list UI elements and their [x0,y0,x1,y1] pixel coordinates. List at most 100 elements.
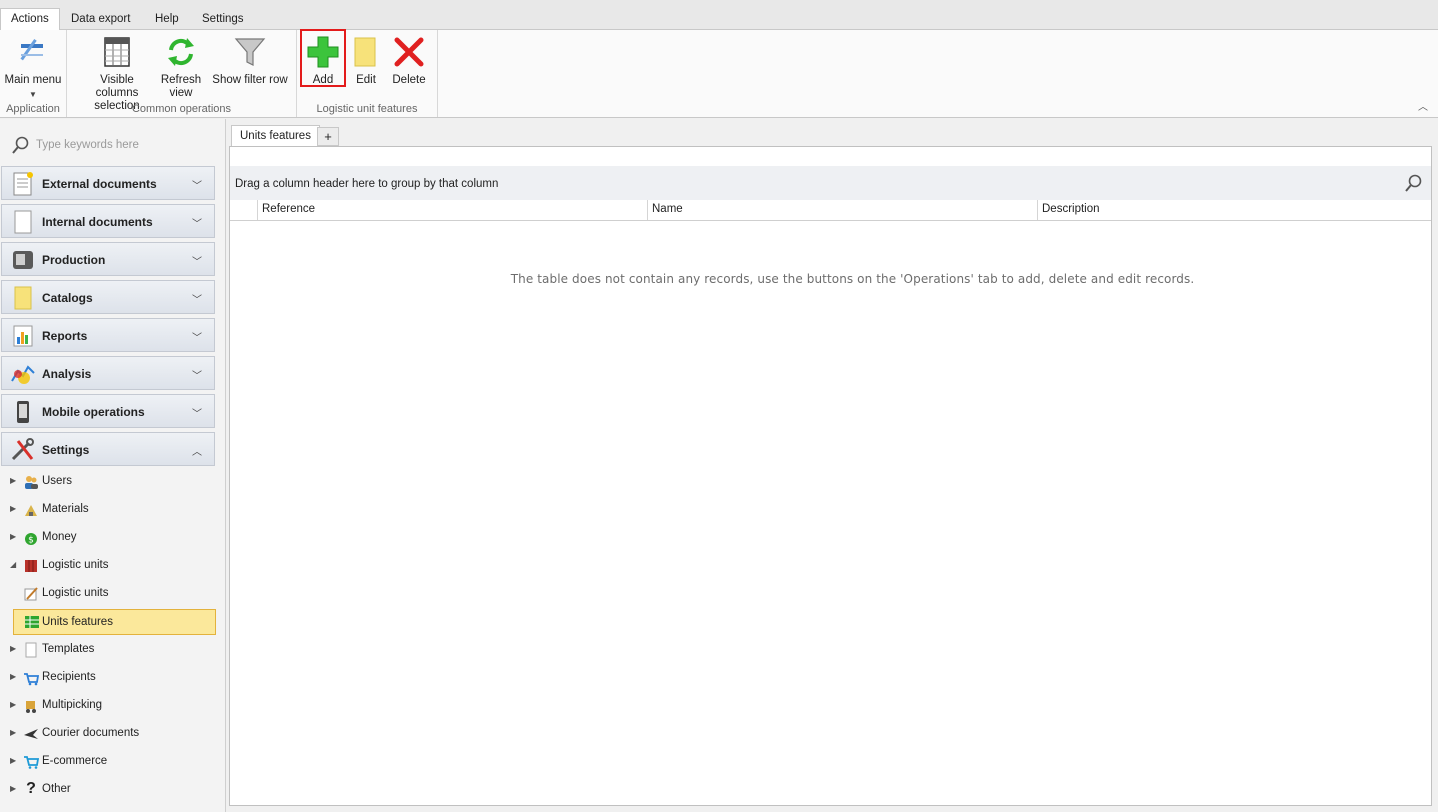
svg-text:$: $ [28,536,34,546]
nav-group-label: External documents [42,177,157,191]
sidebar-search[interactable]: Type keywords here [8,135,218,157]
nav-group-reports[interactable]: Reports ﹀ [1,318,215,352]
tree-item-money[interactable]: ▶ $ Money [10,527,215,549]
nav-group-label: Production [42,253,106,267]
expand-arrow-icon[interactable]: ▶ [10,476,16,485]
chevron-down-icon: ﹀ [192,295,202,306]
group-panel-hint: Drag a column header here to group by th… [235,178,499,190]
delete-button[interactable]: Delete [389,34,429,87]
nav-group-label: Analysis [42,367,92,381]
tree-item-recipients[interactable]: ▶ Recipients [10,667,215,689]
production-icon [13,251,33,269]
tree-item-other[interactable]: ▶ ? Other [10,779,215,801]
ribbon-group-label: Logistic unit features [316,103,418,115]
filter-icon [234,38,266,66]
edit-icon [354,37,376,67]
expand-arrow-icon[interactable]: ▶ [10,784,16,793]
ribbon-group-label: Application [6,103,60,115]
nav-group-label: Reports [42,329,88,343]
nav-group-analysis[interactable]: Analysis ﹀ [1,356,215,390]
tree-item-label: Materials [42,503,89,515]
tree-item-users[interactable]: ▶ Users [10,471,215,493]
tab-actions[interactable]: Actions [0,8,60,31]
expand-arrow-icon[interactable]: ▶ [10,700,16,709]
search-icon[interactable] [1403,173,1423,193]
logistic-units-icon [25,560,37,572]
column-header-description[interactable]: Description [1037,200,1431,220]
tree-item-label: Courier documents [42,727,140,739]
refresh-view-label: Refresh view [160,74,202,99]
doc-tab-units-features[interactable]: Units features [231,125,320,147]
internal-documents-icon [14,210,32,234]
analysis-icon [11,365,35,384]
tree-item-e-commerce[interactable]: ▶ E-commerce [10,751,215,773]
tree-item-label: Other [42,783,71,795]
expand-arrow-icon[interactable]: ▶ [10,756,16,765]
edit-label: Edit [356,74,376,86]
main-content: Units features + Drag a column header he… [228,119,1438,812]
tree-item-logistic-units-child[interactable]: Logistic units [10,583,215,605]
tab-settings[interactable]: Settings [192,9,254,30]
units-features-icon [25,616,39,628]
tab-data-export[interactable]: Data export [61,9,140,30]
nav-group-settings[interactable]: Settings ︿ [1,432,215,466]
settings-icon [11,438,34,461]
nav-group-label: Mobile operations [42,405,145,419]
show-filter-row-label: Show filter row [212,74,288,86]
materials-icon [25,505,37,516]
collapse-arrow-icon[interactable]: ◢ [10,560,16,569]
expand-arrow-icon[interactable]: ▶ [10,644,16,653]
users-icon [25,476,38,489]
refresh-view-button[interactable]: Refresh view [159,34,203,100]
ribbon-group-application: Main menu ▼ Application [0,30,67,117]
multipicking-icon [26,701,36,713]
chevron-down-icon: ﹀ [192,181,202,192]
visible-columns-button[interactable]: Visible columns selection [80,34,154,113]
chevron-down-icon: ﹀ [192,333,202,344]
tree-item-templates[interactable]: ▶ Templates [10,639,215,661]
column-header-reference[interactable]: Reference [257,200,647,220]
tree-item-label: E-commerce [42,755,108,767]
expand-arrow-icon[interactable]: ▶ [10,728,16,737]
pencil-icon [24,587,38,601]
tree-item-materials[interactable]: ▶ Materials [10,499,215,521]
ribbon-collapse-icon[interactable]: ︿ [1418,98,1428,113]
chevron-down-icon: ﹀ [192,409,202,420]
tree-item-label: Users [42,475,73,487]
grid-top-bar [230,147,1431,167]
nav-group-production[interactable]: Production ﹀ [1,242,215,276]
tree-item-label: Templates [42,643,95,655]
column-header-row: Reference Name Description [230,200,1431,221]
tree-item-label: Units features [42,616,113,628]
group-panel[interactable]: Drag a column header here to group by th… [230,166,1431,201]
show-filter-row-button[interactable]: Show filter row [210,34,290,87]
expand-arrow-icon[interactable]: ▶ [10,672,16,681]
tree-item-units-features[interactable]: Units features [13,609,216,635]
nav-group-external-documents[interactable]: External documents ﹀ [1,166,215,200]
add-tab-button[interactable]: + [317,127,339,146]
nav-group-catalogs[interactable]: Catalogs ﹀ [1,280,215,314]
expand-arrow-icon[interactable]: ▶ [10,532,16,541]
main-menu-button[interactable]: Main menu ▼ [4,34,62,101]
expand-arrow-icon[interactable]: ▶ [10,504,16,513]
main-menu-icon [20,39,43,61]
tree-item-label: Logistic units [42,559,109,571]
recipients-icon [24,673,39,686]
tree-item-label: Money [42,531,77,543]
nav-group-internal-documents[interactable]: Internal documents ﹀ [1,204,215,238]
nav-group-label: Catalogs [42,291,93,305]
courier-icon [24,729,38,739]
templates-icon [25,642,37,658]
tree-item-logistic-units[interactable]: ◢ Logistic units [10,555,215,577]
tree-item-courier-documents[interactable]: ▶ Courier documents [10,723,215,745]
tree-item-multipicking[interactable]: ▶ Multipicking [10,695,215,717]
delete-icon [394,37,424,67]
columns-icon [104,37,130,67]
nav-group-mobile-operations[interactable]: Mobile operations ﹀ [1,394,215,428]
column-header-name[interactable]: Name [647,200,1037,220]
question-icon: ? [26,780,36,797]
edit-button[interactable]: Edit [347,34,385,87]
tab-help[interactable]: Help [145,9,189,30]
ribbon-group-label: Common operations [131,103,232,115]
chevron-down-icon: ﹀ [192,371,202,382]
